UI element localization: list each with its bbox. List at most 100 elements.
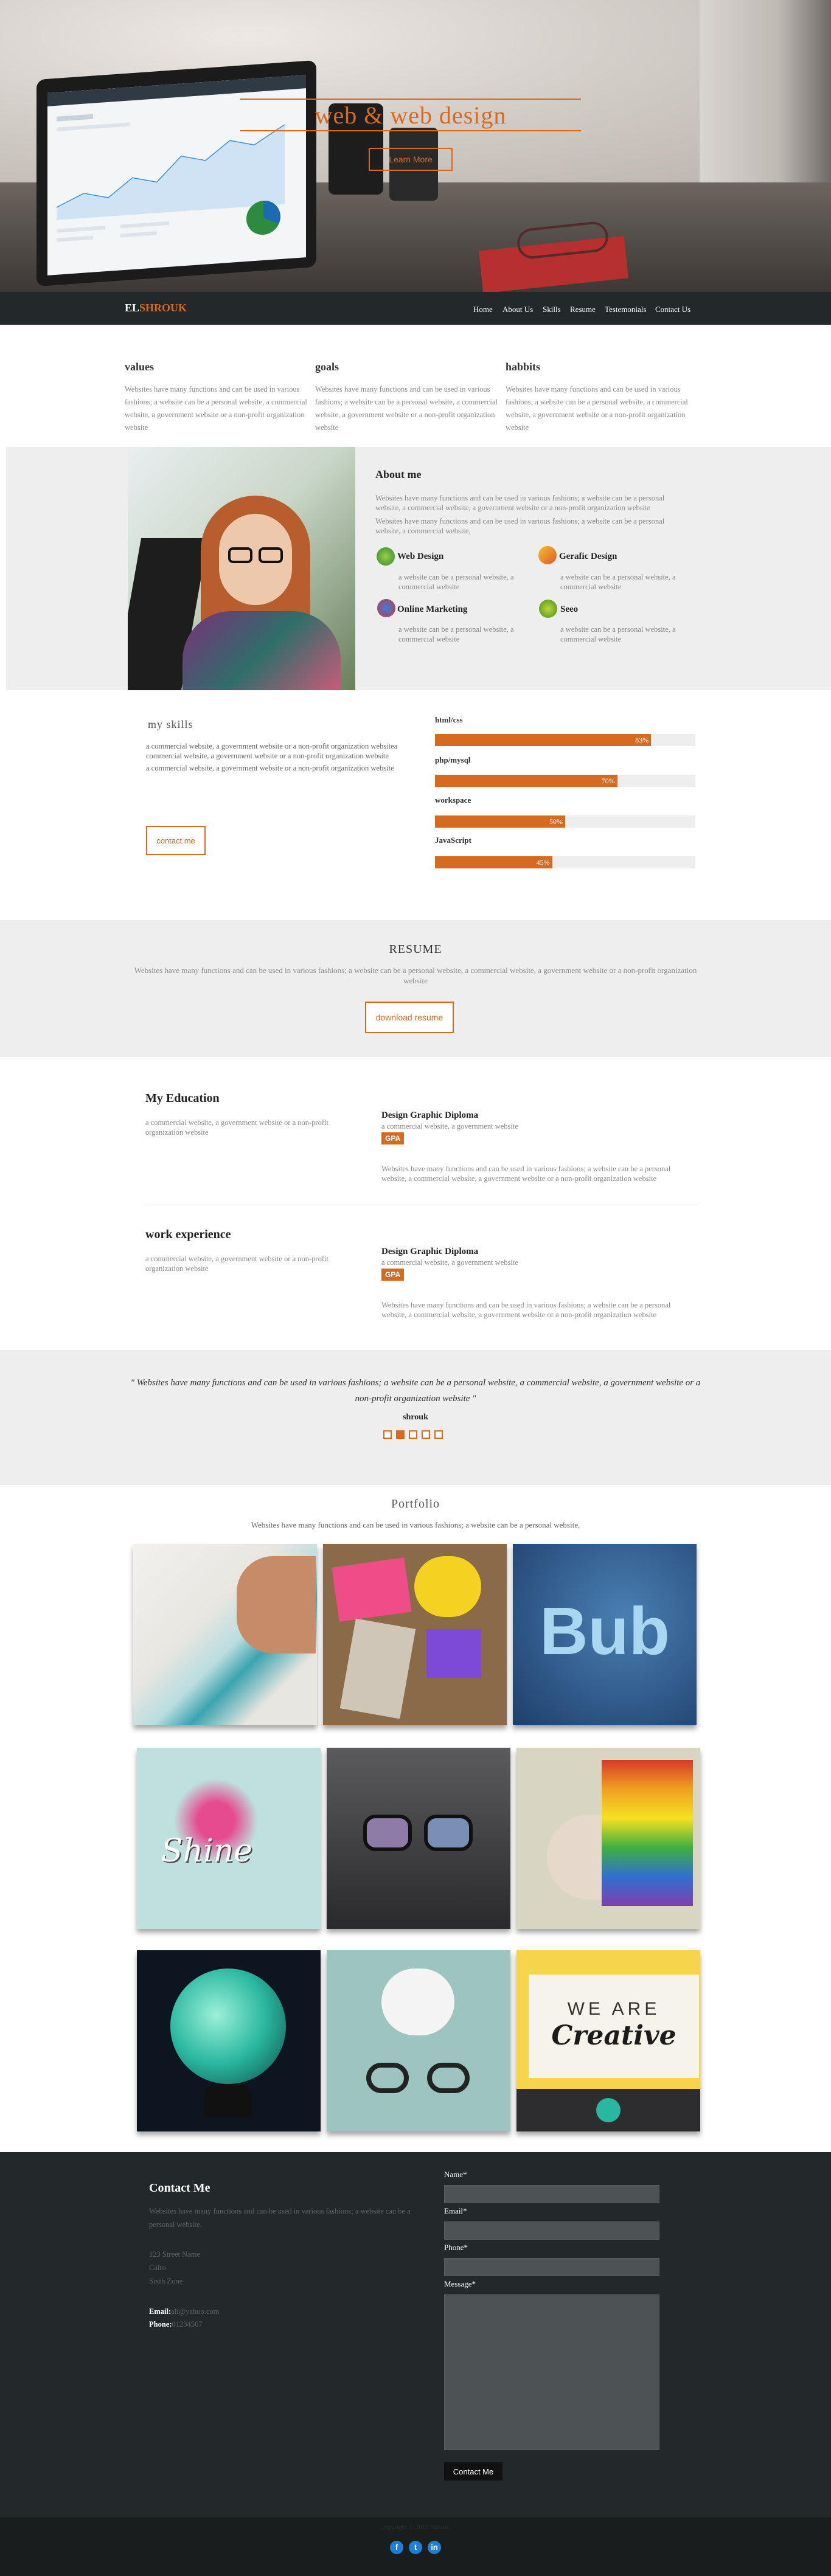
email-value[interactable]: ali@yahoo.com <box>171 2307 219 2316</box>
contact-phone-row: Phone:01234567 <box>149 2318 417 2331</box>
hand-shape <box>237 1556 316 1653</box>
slider-dot[interactable] <box>409 1430 417 1439</box>
email-label: Email: <box>149 2307 172 2316</box>
name-field[interactable] <box>444 2185 659 2203</box>
education-text: Websites have many functions and can be … <box>381 1165 671 1183</box>
goals-text: Websites have many functions and can be … <box>315 385 498 432</box>
skills-paragraph-1: a commercial website, a government websi… <box>146 742 398 760</box>
we-are-text: WE ARE <box>567 1999 661 2019</box>
portfolio-item-bub[interactable]: Bub <box>513 1544 697 1725</box>
portfolio-item-we-are-creative[interactable]: WE ARE Creative <box>516 1950 700 2131</box>
about-title: About me <box>375 468 422 480</box>
email-field[interactable] <box>444 2221 659 2240</box>
skill-bar-track: 83% <box>435 734 695 746</box>
nav-about-us[interactable]: About Us <box>502 305 533 314</box>
service-title-graphic-design: Gerafic Design <box>559 552 617 561</box>
linkedin-icon[interactable]: in <box>428 2541 441 2554</box>
about-paragraph-1: Websites have many functions and can be … <box>375 494 665 512</box>
photo-shirt <box>183 611 341 690</box>
service-text-seo: a website can be a personal website, a c… <box>560 625 676 643</box>
web-design-icon <box>377 547 395 566</box>
values-title: values <box>125 361 155 373</box>
creative-text: Creative <box>551 2020 676 2051</box>
hero-banner <box>0 0 831 292</box>
service-title-web-design: Web Design <box>397 552 444 561</box>
hero-title: web & web design <box>315 102 507 129</box>
skills-title: my skills <box>148 718 193 730</box>
phone-field[interactable] <box>444 2258 659 2276</box>
learn-more-button[interactable]: Learn More <box>369 148 453 171</box>
nav-resume[interactable]: Resume <box>570 305 596 314</box>
skill-bar-track: 50% <box>435 815 695 828</box>
experience-subtitle: a commercial website, a government websi… <box>145 1255 329 1273</box>
portfolio-item-glasses[interactable] <box>327 1748 510 1929</box>
email-field-label: Email* <box>444 2206 467 2215</box>
message-field-label: Message* <box>444 2279 476 2288</box>
slider-dot[interactable] <box>396 1430 405 1439</box>
purple-card <box>426 1629 481 1678</box>
portfolio-title: Portfolio <box>391 1497 440 1511</box>
nav-contact-us[interactable]: Contact Us <box>655 305 690 314</box>
nav-testimonials[interactable]: Testemonials <box>605 305 646 314</box>
photo-glasses-left <box>228 547 252 563</box>
slider-dot[interactable] <box>422 1430 430 1439</box>
brand-text: ELSHROUK <box>125 302 187 314</box>
phone-field-label: Phone* <box>444 2243 468 2252</box>
lens-right <box>424 1815 473 1851</box>
twitter-icon[interactable]: t <box>409 2541 422 2554</box>
copyright-text: copyright © 2015 Shrouk <box>381 2524 450 2531</box>
habits-title: habbits <box>506 361 541 373</box>
hero-title-line-top <box>240 99 581 100</box>
glasses-right <box>427 2063 470 2093</box>
nav-skills[interactable]: Skills <box>543 305 561 314</box>
send-contact-button[interactable]: Contact Me <box>444 2462 502 2481</box>
about-photo <box>128 447 355 690</box>
slider-dot[interactable] <box>434 1430 443 1439</box>
skill-label: html/css <box>435 715 463 724</box>
service-text-web-design: a website can be a personal website, a c… <box>398 573 514 591</box>
skill-bar-fill: 70% <box>435 775 617 787</box>
experience-gpa-badge: GPA <box>381 1269 405 1281</box>
goals-title: goals <box>315 361 339 373</box>
download-resume-button[interactable]: download resume <box>365 1002 454 1033</box>
portfolio-item-rainbow-brain[interactable] <box>516 1748 700 1929</box>
photo-glasses-right <box>259 547 283 563</box>
address-line-2: Cairo <box>149 2263 166 2272</box>
name-label: Name* <box>444 2170 467 2179</box>
lens-left <box>363 1815 412 1851</box>
service-title-seo: Seeo <box>560 604 579 614</box>
phone-value: 01234567 <box>172 2320 203 2328</box>
habits-text: Websites have many functions and can be … <box>506 385 688 432</box>
about-paragraph-2: Websites have many functions and can be … <box>375 517 665 535</box>
portfolio-item-idea-bubbles[interactable] <box>327 1950 510 2131</box>
glowing-sphere <box>170 1968 286 2084</box>
graphic-design-icon <box>538 546 557 564</box>
brand-logo[interactable]: ELSHROUK <box>125 302 187 314</box>
resume-section <box>0 920 831 1057</box>
education-degree-sub: a commercial website, a government websi… <box>381 1122 518 1130</box>
experience-degree: Design Graphic Diploma <box>381 1247 479 1256</box>
skill-bar-track: 70% <box>435 775 695 787</box>
bub-text: Bub <box>540 1594 670 1669</box>
contact-email-row: Email:ali@yahoo.com <box>149 2305 417 2318</box>
contact-me-button[interactable]: contact me <box>146 826 206 855</box>
message-field[interactable] <box>444 2294 659 2450</box>
hero-title-line-bottom <box>240 130 581 131</box>
facebook-icon[interactable]: f <box>390 2541 403 2554</box>
portfolio-item-death-star-lamp[interactable] <box>137 1950 321 2131</box>
resume-title: RESUME <box>389 943 442 956</box>
nav-home[interactable]: Home <box>473 305 493 314</box>
resume-text: Websites have many functions and can be … <box>134 966 697 985</box>
rainbow-splash <box>602 1760 693 1906</box>
portfolio-item-shine[interactable]: Shine <box>137 1748 321 1929</box>
pink-card <box>332 1557 412 1622</box>
slider-dot[interactable] <box>383 1430 392 1439</box>
portfolio-item-colorful-cards[interactable] <box>323 1544 507 1725</box>
portfolio-item-watercolor-sketch[interactable] <box>133 1544 317 1725</box>
thought-bubble <box>381 1968 454 2035</box>
experience-text: Websites have many functions and can be … <box>381 1301 671 1319</box>
education-subtitle: a commercial website, a government websi… <box>145 1118 329 1137</box>
skill-bar-track: 45% <box>435 856 695 868</box>
service-text-graphic-design: a website can be a personal website, a c… <box>560 573 676 591</box>
lamp-base <box>204 2084 252 2117</box>
